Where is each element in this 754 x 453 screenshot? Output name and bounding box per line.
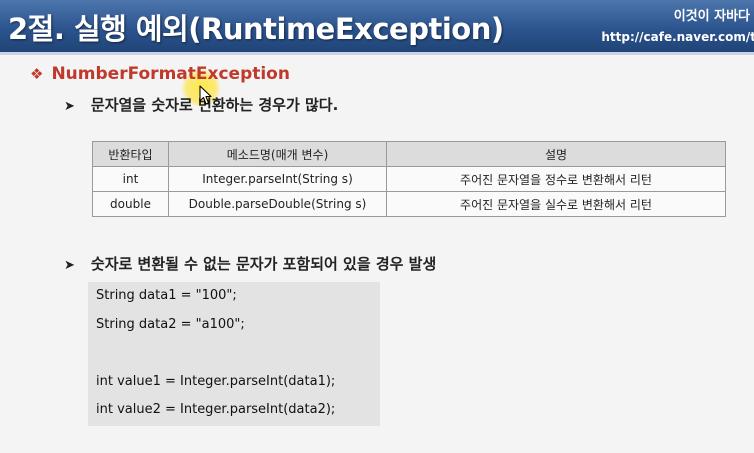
table-cell: 주어진 문자열을 정수로 변환해서 리턴: [386, 166, 726, 192]
brand-block: 이것이 자바다 http://cafe.naver.com/t: [601, 5, 754, 44]
code-line: int value2 = Integer.parseInt(data2);: [96, 402, 336, 417]
code-example: String data1 = "100"; String data2 = "a1…: [88, 282, 380, 426]
bullet-point-2: ➤ 숫자로 변환될 수 없는 문자가 포함되어 있을 경우 발생: [64, 253, 436, 274]
code-line: String data2 = "a100";: [96, 317, 245, 332]
table-cell: int: [92, 166, 169, 192]
diamond-bullet-icon: ❖: [30, 65, 44, 83]
section-title-text: NumberFormatException: [51, 64, 290, 84]
table-header-cell: 메소드명(매개 변수): [168, 141, 387, 167]
header-divider: [0, 52, 754, 55]
brand-name: 이것이 자바다: [673, 9, 750, 24]
table-row: int Integer.parseInt(String s) 주어진 문자열을 …: [92, 166, 726, 192]
table-row: double Double.parseDouble(String s) 주어진 …: [92, 191, 726, 217]
mouse-pointer-icon: [199, 85, 212, 105]
section-heading: ❖ NumberFormatException: [30, 64, 290, 84]
table-cell: 주어진 문자열을 실수로 변환해서 리턴: [386, 191, 726, 217]
bullet-text: 문자열을 숫자로 변환하는 경우가 많다.: [90, 96, 339, 114]
arrow-bullet-icon: ➤: [64, 258, 75, 273]
table-cell: Integer.parseInt(String s): [168, 166, 387, 192]
table-header-cell: 반환타입: [92, 141, 169, 167]
slide-title: 2절. 실행 예외(RuntimeException): [8, 12, 504, 46]
code-line: String data1 = "100";: [96, 288, 237, 303]
brand-url: http://cafe.naver.com/t: [601, 30, 754, 44]
table-header-cell: 설명: [386, 141, 726, 167]
bullet-text: 숫자로 변환될 수 없는 문자가 포함되어 있을 경우 발생: [90, 255, 437, 273]
arrow-bullet-icon: ➤: [64, 99, 75, 114]
code-line: int value1 = Integer.parseInt(data1);: [96, 374, 336, 389]
method-table: 반환타입 메소드명(매개 변수) 설명 int Integer.parseInt…: [92, 141, 726, 217]
table-header-row: 반환타입 메소드명(매개 변수) 설명: [92, 141, 726, 167]
slide-header: 2절. 실행 예외(RuntimeException) 이것이 자바다 http…: [0, 0, 754, 52]
table-cell: double: [92, 191, 169, 217]
table-cell: Double.parseDouble(String s): [168, 191, 387, 217]
